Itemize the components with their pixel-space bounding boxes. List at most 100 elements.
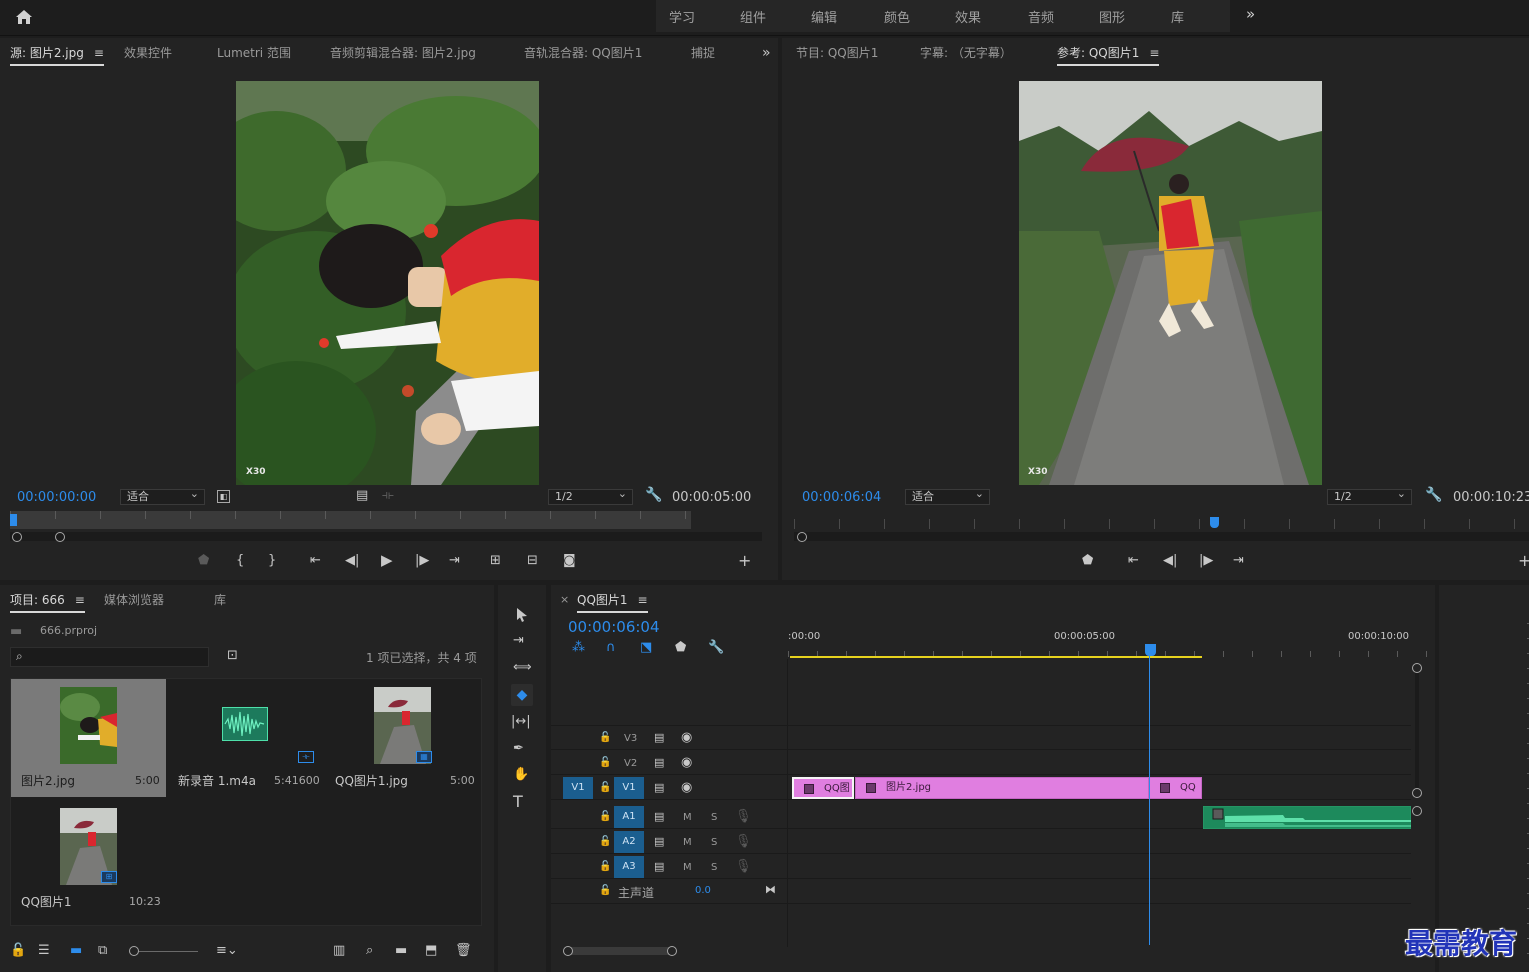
solo-button[interactable]: S [711,837,717,848]
source-playhead-timecode[interactable]: 00:00:00:00 [17,490,96,505]
source-time-ruler[interactable] [10,511,691,529]
track-lock-icon[interactable]: 🔓 [599,835,611,849]
drag-audio-icon[interactable]: ⟛ [382,489,394,503]
new-search-bin-icon[interactable]: ⊡ [227,649,238,663]
workspace-item-audio[interactable]: 音频 [1028,7,1054,26]
zoom-slider[interactable] [129,946,198,956]
add-marker-icon[interactable]: ⬟ [1082,554,1093,568]
track-lock-icon[interactable]: 🔓 [599,781,611,795]
toggle-output-eye-icon[interactable]: ◉ [681,756,692,770]
ripple-edit-tool-icon[interactable]: ⟺ [513,661,532,675]
insert-icon[interactable]: ⊞ [490,554,501,568]
tab-libraries[interactable]: 库 [214,585,226,615]
button-editor-icon[interactable]: + [1518,553,1529,569]
add-marker-icon[interactable]: ⬟ [198,554,209,568]
sync-lock-icon[interactable]: ▤ [654,860,664,874]
workspace-item-color[interactable]: 颜色 [884,7,910,26]
voiceover-mic-icon[interactable]: 🎙 [735,860,752,874]
sort-icon[interactable]: ≡⌄ [216,944,238,958]
source-patch-v1[interactable]: V1 [563,777,593,799]
scroll-handle-right[interactable] [667,946,677,956]
master-volume[interactable]: 0.0 [695,885,711,896]
trash-icon[interactable]: 🗑 [455,944,472,958]
selection-tool-icon[interactable] [515,607,529,623]
video-clip[interactable]: QQ [1149,777,1202,799]
new-bin-icon[interactable]: ▬ [395,944,407,958]
program-time-ruler[interactable] [794,519,1529,529]
nest-toggle-icon[interactable]: ⁂ [572,641,585,655]
sync-lock-icon[interactable]: ▤ [654,835,664,849]
workspace-item-learn[interactable]: 学习 [669,7,695,26]
pen-tool-icon[interactable]: ✒ [513,742,524,756]
audio-clip[interactable] [1203,806,1411,829]
settings-wrench-icon[interactable]: 🔧 [1425,488,1442,502]
step-back-icon[interactable]: ◀| [1163,554,1177,568]
toggle-output-eye-icon[interactable]: ◉ [681,731,692,745]
drag-video-icon[interactable]: ▤ [356,489,368,503]
settings-wrench-icon[interactable]: 🔧 [645,488,662,502]
list-view-icon[interactable]: ☰ [38,944,50,958]
sync-lock-icon[interactable]: ▤ [654,810,664,824]
sync-lock-icon[interactable]: ▤ [654,756,664,770]
track-target-a2[interactable]: A2 [614,831,644,853]
timeline-settings-icon[interactable]: 🔧 [708,641,724,655]
video-clip[interactable]: QQ图 [792,777,854,799]
solo-button[interactable]: S [711,812,717,823]
tab-audio-track-mixer[interactable]: 音轨混合器: QQ图片1 [524,38,642,68]
freeform-view-icon[interactable]: ⧉ [98,944,107,958]
program-playhead[interactable] [1210,517,1219,528]
program-fit-dropdown[interactable]: 适合 [905,487,990,505]
button-editor-icon[interactable]: + [738,553,751,569]
voiceover-mic-icon[interactable]: 🎙 [735,810,752,824]
go-to-in-icon[interactable]: ⇤ [1128,554,1139,568]
track-lock-icon[interactable]: 🔓 [599,756,611,770]
go-to-out-icon[interactable]: ⇥ [449,554,460,568]
timeline-timecode[interactable]: 00:00:06:04 [568,618,660,636]
mark-in-icon[interactable]: { [236,554,244,568]
tab-media-browser[interactable]: 媒体浏览器 [104,585,164,615]
type-tool-icon[interactable]: T [513,794,523,810]
linked-selection-icon[interactable]: ⬔ [640,641,652,655]
track-lock-icon[interactable]: 🔓 [599,884,611,898]
mute-button[interactable]: M [683,862,692,873]
tab-source[interactable]: 源: 图片2.jpg ≡ [10,38,104,68]
program-resolution-dropdown[interactable]: 1/2 [1327,487,1412,505]
step-back-icon[interactable]: ◀| [345,554,359,568]
go-to-master-icon[interactable]: ⧓ [765,883,776,897]
home-icon[interactable] [15,9,33,25]
video-clip[interactable]: 图片2.jpg [855,777,1149,799]
voiceover-mic-icon[interactable]: 🎙 [735,835,752,849]
find-icon[interactable]: ⌕ [366,944,373,958]
horizontal-scrollbar[interactable] [563,947,675,955]
more-tabs-icon[interactable]: » [762,38,771,68]
new-item-icon[interactable]: ⬒ [425,944,437,958]
project-item[interactable]: ▦ QQ图片1.jpg 5:00 [325,679,480,797]
export-frame-icon[interactable]: ◙ [563,554,576,568]
search-input[interactable]: ⌕ [10,647,209,667]
mute-button[interactable]: M [683,837,692,848]
toggle-output-eye-icon[interactable]: ◉ [681,781,692,795]
lock-icon[interactable]: 🔓 [10,944,26,958]
add-marker-icon[interactable]: ⬟ [675,641,686,655]
sync-lock-icon[interactable]: ▤ [654,781,664,795]
scroll-handle-left[interactable] [563,946,573,956]
track-lock-icon[interactable]: 🔓 [599,860,611,874]
vertical-scroll-handle[interactable] [1412,788,1422,798]
track-target-v1[interactable]: V1 [614,777,644,799]
mark-out-icon[interactable]: } [268,554,276,568]
workspace-item-graphics[interactable]: 图形 [1099,7,1125,26]
go-to-out-icon[interactable]: ⇥ [1233,554,1244,568]
source-resolution-dropdown[interactable]: 1/2 [548,487,633,505]
tab-audio-clip-mixer[interactable]: 音频剪辑混合器: 图片2.jpg [330,38,476,68]
track-target-a3[interactable]: A3 [614,856,644,878]
step-forward-icon[interactable]: |▶ [415,554,429,568]
close-tab-icon[interactable]: × [560,593,569,606]
razor-tool-icon[interactable]: ◆ [511,684,533,706]
safe-margins-icon[interactable]: ◧ [217,490,230,503]
overwrite-icon[interactable]: ⊟ [527,554,538,568]
track-select-tool-icon[interactable]: ⇥ [513,634,524,648]
tab-project[interactable]: 项目: 666 ≡ [10,585,85,615]
step-forward-icon[interactable]: |▶ [1199,554,1213,568]
slip-tool-icon[interactable]: |↔| [511,715,531,729]
program-playhead-timecode[interactable]: 00:00:06:04 [802,490,881,505]
